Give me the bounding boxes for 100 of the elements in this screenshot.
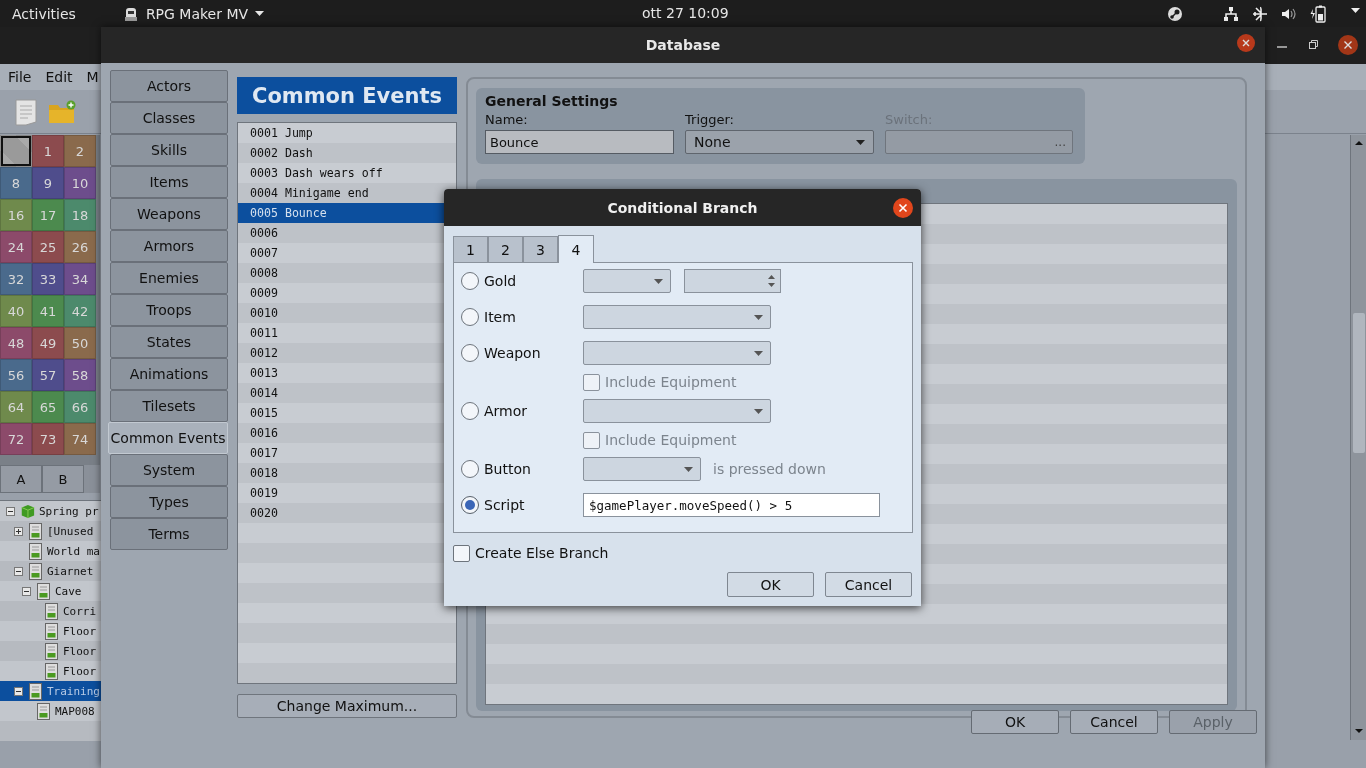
tile-swatch[interactable]: 48 (0, 327, 32, 359)
category-tab[interactable]: Terms (110, 518, 228, 550)
tree-item[interactable]: Floor (0, 641, 101, 661)
tree-item[interactable]: Spring pr (0, 501, 101, 521)
menu-item[interactable]: M (86, 69, 99, 85)
category-tab[interactable]: Classes (110, 102, 228, 134)
tile-swatch[interactable]: 8 (0, 167, 32, 199)
collapse-icon[interactable] (22, 586, 31, 596)
tab[interactable]: 3 (523, 236, 558, 262)
palette-tab[interactable]: A (0, 465, 42, 493)
tree-item[interactable]: Floor (0, 621, 101, 641)
tile-swatch[interactable]: 25 (32, 231, 64, 263)
tile-swatch[interactable]: 56 (0, 359, 32, 391)
app-menu[interactable]: RPG Maker MV (122, 5, 265, 22)
tile-swatch[interactable]: 26 (64, 231, 96, 263)
change-maximum-button[interactable]: Change Maximum... (237, 694, 457, 718)
radio-button[interactable] (461, 460, 479, 478)
tile-swatch[interactable]: 10 (64, 167, 96, 199)
tree-item[interactable]: Floor (0, 661, 101, 681)
maximize-icon[interactable] (1308, 39, 1320, 51)
tile-swatch[interactable]: 74 (64, 423, 96, 455)
radio-button[interactable] (461, 308, 479, 326)
category-tab[interactable]: Tilesets (110, 390, 228, 422)
palette-tab[interactable]: B (42, 465, 84, 493)
dialog-button[interactable]: OK (727, 572, 814, 597)
category-tab[interactable]: Animations (110, 358, 228, 390)
tile-swatch[interactable]: 9 (32, 167, 64, 199)
tree-item[interactable]: Corri (0, 601, 101, 621)
collapse-icon[interactable] (6, 506, 15, 516)
category-tab[interactable]: Skills (110, 134, 228, 166)
name-field[interactable]: Bounce (485, 130, 674, 154)
category-tab[interactable]: Weapons (110, 198, 228, 230)
tile-swatch[interactable]: 72 (0, 423, 32, 455)
radio-button[interactable] (461, 272, 479, 290)
tile-swatch[interactable]: 33 (32, 263, 64, 295)
tree-item[interactable]: World ma (0, 541, 101, 561)
checkbox[interactable] (453, 544, 470, 562)
tree-item[interactable]: Giarnet (0, 561, 101, 581)
trigger-dropdown[interactable]: None (685, 130, 874, 154)
activities-button[interactable]: Activities (12, 5, 76, 22)
collapse-icon[interactable] (14, 686, 23, 696)
dialog-button[interactable]: OK (971, 710, 1059, 734)
tree-item[interactable]: MAP008 (0, 701, 101, 721)
tile-swatch[interactable]: 49 (32, 327, 64, 359)
tab[interactable]: 2 (488, 236, 523, 262)
dialog-button[interactable]: Cancel (1070, 710, 1158, 734)
tile-swatch[interactable]: 58 (64, 359, 96, 391)
checkbox[interactable] (583, 431, 600, 449)
category-tab[interactable]: States (110, 326, 228, 358)
close-icon[interactable] (893, 198, 913, 218)
airplane-icon[interactable] (1252, 6, 1268, 22)
tree-item[interactable]: Cave (0, 581, 101, 601)
close-icon[interactable] (1237, 34, 1255, 52)
tile-swatch[interactable]: 73 (32, 423, 64, 455)
scrollbar[interactable] (1350, 135, 1366, 740)
tab[interactable]: 4 (558, 235, 594, 263)
tree-item[interactable]: [Unused (0, 521, 101, 541)
steam-icon[interactable] (1167, 6, 1183, 22)
tile-swatch[interactable]: 57 (32, 359, 64, 391)
list-item[interactable]: 0002 Dash (238, 143, 456, 163)
script-field[interactable]: $gamePlayer.moveSpeed() > 5 (583, 493, 880, 517)
category-tab[interactable]: Items (110, 166, 228, 198)
caret-icon (654, 278, 663, 284)
tile-swatch[interactable]: 2 (64, 135, 96, 167)
volume-icon[interactable] (1281, 6, 1297, 22)
tile-swatch[interactable]: 50 (64, 327, 96, 359)
menu-item[interactable]: Edit (45, 69, 73, 85)
radio-button[interactable] (461, 344, 479, 362)
tile-swatch[interactable] (0, 135, 32, 167)
category-tab[interactable]: Armors (110, 230, 228, 262)
map-icon (44, 662, 59, 680)
category-tab[interactable]: Troops (110, 294, 228, 326)
category-tab[interactable]: Enemies (110, 262, 228, 294)
close-icon[interactable] (1338, 35, 1358, 55)
category-tab[interactable]: Types (110, 486, 228, 518)
spinner-arrows-icon[interactable] (767, 274, 776, 288)
tree-item[interactable]: Training (0, 681, 101, 701)
system-menu-icon[interactable] (1351, 8, 1360, 13)
tree-label: Floor (63, 624, 97, 638)
clock[interactable]: ott 27 10:09 (642, 5, 729, 21)
expand-icon[interactable] (14, 526, 23, 536)
tile-swatch[interactable]: 34 (64, 263, 96, 295)
category-tab[interactable]: System (110, 454, 228, 486)
collapse-icon[interactable] (14, 566, 23, 576)
menu-item[interactable]: File (8, 69, 32, 85)
dialog-button[interactable]: Cancel (825, 572, 912, 597)
battery-icon[interactable] (1310, 5, 1326, 23)
category-tab[interactable]: Actors (110, 70, 228, 102)
list-item[interactable]: 0003 Dash wears off (238, 163, 456, 183)
list-item[interactable]: 0001 Jump (238, 123, 456, 143)
checkbox[interactable] (583, 373, 600, 391)
tile-swatch[interactable]: 32 (0, 263, 32, 295)
scroll-thumb[interactable] (1353, 313, 1365, 453)
tab[interactable]: 1 (453, 236, 488, 262)
tile-swatch[interactable]: 24 (0, 231, 32, 263)
radio-button[interactable] (461, 496, 479, 514)
radio-button[interactable] (461, 402, 479, 420)
category-tab[interactable]: Common Events (108, 422, 228, 454)
network-icon[interactable] (1223, 6, 1239, 22)
tile-swatch[interactable]: 1 (32, 135, 64, 167)
